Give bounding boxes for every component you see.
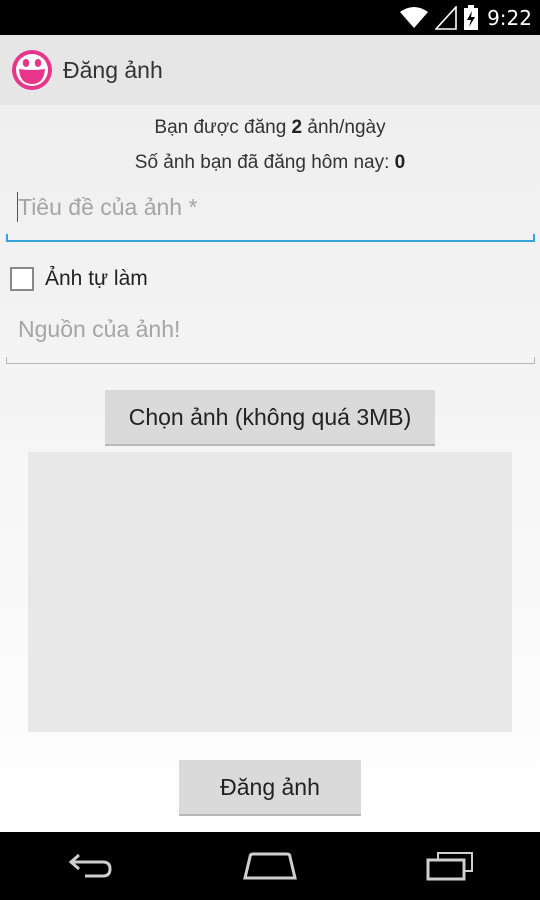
- back-icon: [68, 853, 112, 878]
- self-made-checkbox[interactable]: [10, 267, 34, 291]
- status-bar: 9:22: [0, 0, 540, 35]
- recent-apps-button[interactable]: [410, 841, 490, 891]
- signal-icon: [435, 5, 457, 30]
- home-icon: [243, 852, 297, 880]
- input-underline: [6, 363, 535, 364]
- daily-limit-label: Bạn được đăng: [154, 117, 292, 138]
- image-title-input[interactable]: Tiêu đề của ảnh *: [6, 188, 535, 242]
- input-tick-left: [6, 234, 8, 242]
- recent-apps-icon: [426, 852, 473, 881]
- posted-today-text: Số ảnh bạn đã đăng hôm nay: 0: [0, 152, 540, 174]
- image-source-input[interactable]: Nguồn của ảnh!: [6, 310, 535, 364]
- wifi-icon: [400, 6, 429, 28]
- image-preview: [28, 452, 512, 732]
- post-image-form: Bạn được đăng 2 ảnh/ngày Số ảnh bạn đã đ…: [0, 105, 540, 832]
- input-tick-right: [534, 357, 535, 364]
- battery-charging-icon: [464, 4, 479, 30]
- self-made-checkbox-row[interactable]: Ảnh tự làm: [10, 263, 148, 295]
- back-button[interactable]: [50, 841, 130, 891]
- page-title: Đăng ảnh: [63, 56, 163, 83]
- action-bar: Đăng ảnh: [0, 35, 540, 105]
- daily-limit-text: Bạn được đăng 2 ảnh/ngày: [0, 117, 540, 139]
- image-title-placeholder: Tiêu đề của ảnh *: [18, 194, 198, 220]
- status-icons: 9:22: [399, 0, 532, 35]
- input-underline: [6, 240, 535, 242]
- home-button[interactable]: [230, 841, 310, 891]
- posted-today-label: Số ảnh bạn đã đăng hôm nay:: [134, 152, 395, 173]
- smiley-logo-icon[interactable]: [10, 48, 54, 92]
- input-tick-left: [6, 357, 7, 364]
- image-source-placeholder: Nguồn của ảnh!: [18, 316, 181, 342]
- navigation-bar: [0, 832, 540, 900]
- post-image-button[interactable]: Đăng ảnh: [179, 760, 361, 816]
- daily-limit-value: 2: [291, 117, 303, 138]
- daily-limit-unit: ảnh/ngày: [302, 117, 386, 138]
- posted-today-value: 0: [394, 152, 406, 173]
- status-time: 9:22: [487, 5, 532, 30]
- choose-image-button[interactable]: Chọn ảnh (không quá 3MB): [105, 390, 435, 446]
- input-tick-right: [533, 234, 535, 242]
- self-made-checkbox-label[interactable]: Ảnh tự làm: [45, 267, 148, 291]
